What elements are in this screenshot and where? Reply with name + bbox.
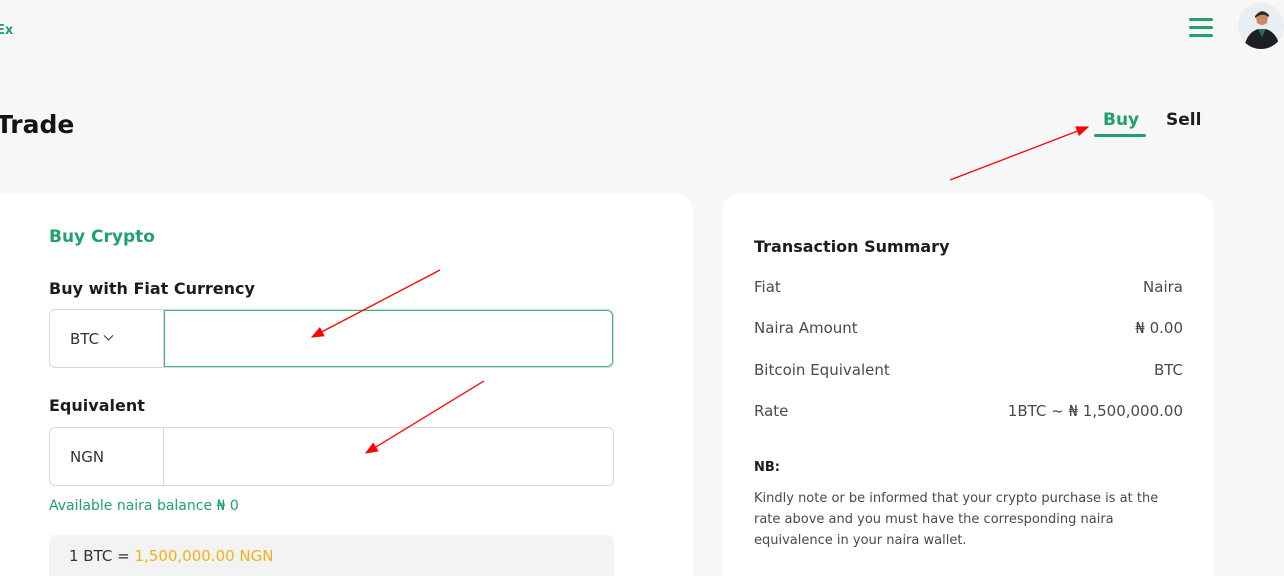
active-tab-indicator — [1094, 134, 1146, 137]
fiat-amount-field: BTC — [49, 309, 614, 368]
fiat-amount-input[interactable] — [164, 310, 613, 367]
summary-row-fiat: Fiat Naira — [754, 278, 1183, 296]
summary-value: BTC — [1153, 361, 1183, 379]
tab-sell[interactable]: Sell — [1166, 110, 1201, 130]
rate-info-box: 1 BTC = 1,500,000.00 NGN — [49, 535, 614, 576]
rate-value: 1,500,000.00 NGN — [134, 547, 274, 565]
summary-value: 1BTC ~ ₦ 1,500,000.00 — [1007, 402, 1183, 420]
equivalent-field: NGN — [49, 427, 614, 486]
available-balance: Available naira balance ₦ 0 — [49, 498, 239, 514]
app-logo[interactable]: Ex — [0, 23, 13, 38]
summary-label: Rate — [754, 402, 789, 420]
nb-title: NB: — [754, 460, 780, 475]
fiat-currency-label: Buy with Fiat Currency — [49, 279, 255, 298]
avatar[interactable] — [1238, 3, 1284, 49]
rate-prefix: 1 BTC = — [69, 547, 135, 565]
currency-select[interactable]: BTC — [50, 310, 164, 367]
currency-select-value: BTC — [70, 329, 100, 348]
equivalent-prefix: NGN — [50, 428, 164, 485]
equivalent-label: Equivalent — [49, 396, 145, 415]
summary-value: Naira — [1143, 278, 1183, 296]
annotation-arrow-buy-tab — [949, 126, 1090, 181]
nb-text: Kindly note or be informed that your cry… — [754, 491, 1159, 548]
summary-value: ₦ 0.00 — [1135, 319, 1183, 337]
buy-crypto-card — [0, 193, 693, 576]
tab-buy[interactable]: Buy — [1103, 110, 1139, 130]
buy-crypto-title: Buy Crypto — [49, 227, 155, 247]
summary-row-rate: Rate 1BTC ~ ₦ 1,500,000.00 — [754, 402, 1183, 420]
summary-row-bitcoin-equivalent: Bitcoin Equivalent BTC — [754, 361, 1183, 379]
chevron-down-icon — [103, 330, 114, 341]
summary-label: Naira Amount — [754, 319, 858, 337]
summary-row-naira-amount: Naira Amount ₦ 0.00 — [754, 319, 1183, 337]
equivalent-amount-input[interactable] — [164, 428, 613, 485]
summary-title: Transaction Summary — [754, 237, 950, 256]
page-title: Trade — [0, 110, 75, 139]
summary-label: Fiat — [754, 278, 781, 296]
summary-label: Bitcoin Equivalent — [754, 361, 890, 379]
hamburger-menu-icon[interactable] — [1189, 18, 1213, 38]
